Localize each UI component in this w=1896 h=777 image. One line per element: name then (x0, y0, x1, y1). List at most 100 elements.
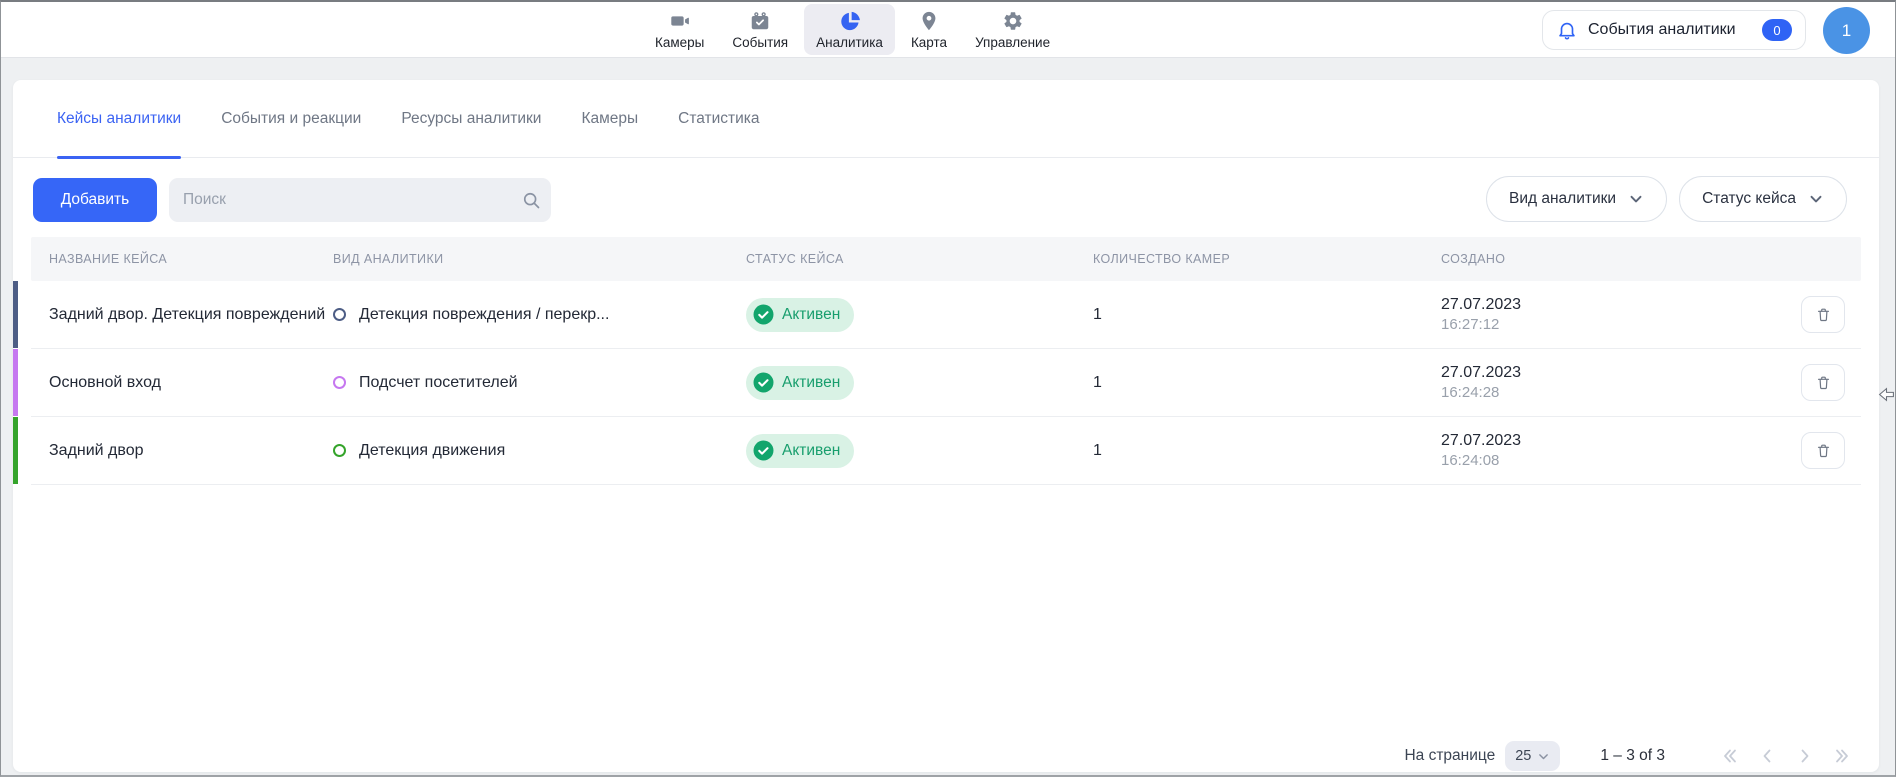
pie-chart-icon (838, 9, 862, 33)
chevron-right-icon (1795, 746, 1815, 766)
per-page-select[interactable]: 25 (1505, 741, 1560, 771)
row-actions (1791, 296, 1861, 333)
case-name: Основной вход (49, 374, 333, 392)
tab-3[interactable]: Ресурсы аналитики (401, 80, 541, 157)
main-nav: Камеры События Аналитика Карта Управление (643, 2, 1062, 57)
check-circle-icon (753, 440, 774, 461)
created-cell: 27.07.202316:24:28 (1441, 362, 1791, 403)
row-actions (1791, 364, 1861, 401)
row-accent-bar (13, 281, 18, 348)
analytics-type-label: Детекция движения (359, 442, 505, 460)
case-name: Задний двор (49, 442, 333, 460)
bell-icon (1556, 19, 1578, 41)
prev-page-button[interactable] (1755, 744, 1779, 768)
per-page-value: 25 (1515, 748, 1531, 764)
nav-item-управление[interactable]: Управление (963, 4, 1062, 55)
last-page-icon (1833, 746, 1853, 766)
column-header: Название кейса (49, 252, 333, 266)
row-actions (1791, 432, 1861, 469)
toolbar: Добавить Вид аналитики Статус кейса (13, 178, 1879, 222)
table-row[interactable]: Основной вход Подсчет посетителей Активен 1… (31, 349, 1861, 417)
created-cell: 27.07.202316:24:08 (1441, 430, 1791, 471)
nav-item-label: Аналитика (816, 36, 883, 50)
nav-item-события[interactable]: События (720, 4, 800, 55)
status-label: Активен (782, 306, 840, 324)
column-header: Вид аналитики (333, 252, 746, 266)
check-circle-icon (753, 372, 774, 393)
cases-table: Название кейсаВид аналитикиСтатус кейсаК… (31, 237, 1861, 485)
filter-dropdown-2[interactable]: Статус кейса (1679, 176, 1847, 222)
case-name: Задний двор. Детекция повреждений (49, 306, 333, 324)
analytics-type: Детекция повреждения / перекр... (333, 306, 746, 324)
nav-item-камеры[interactable]: Камеры (643, 4, 716, 55)
delete-button[interactable] (1801, 432, 1845, 469)
table-body: Задний двор. Детекция повреждений Детекци… (31, 281, 1861, 485)
nav-item-аналитика[interactable]: Аналитика (804, 4, 895, 55)
status-label: Активен (782, 442, 840, 460)
check-circle-icon (753, 304, 774, 325)
tab-1[interactable]: Кейсы аналитики (57, 80, 181, 157)
filter-label: Вид аналитики (1509, 190, 1616, 208)
chevron-down-icon (1628, 191, 1644, 207)
analytics-events-label: События аналитики (1588, 21, 1736, 39)
analytics-events-button[interactable]: События аналитики 0 (1542, 10, 1806, 50)
status-badge: Активен (746, 366, 854, 400)
filter-group: Вид аналитики Статус кейса (1486, 176, 1847, 222)
camera-count: 1 (1093, 442, 1441, 460)
nav-item-карта[interactable]: Карта (899, 4, 959, 55)
next-page-button[interactable] (1793, 744, 1817, 768)
nav-item-label: Камеры (655, 36, 704, 50)
analytics-type-label: Детекция повреждения / перекр... (359, 306, 609, 324)
delete-button[interactable] (1801, 364, 1845, 401)
status-label: Активен (782, 374, 840, 392)
search-input[interactable] (169, 178, 511, 222)
created-cell: 27.07.202316:27:12 (1441, 294, 1791, 335)
analytics-type: Подсчет посетителей (333, 374, 746, 392)
analytics-type-icon (333, 376, 346, 389)
created-time: 16:24:28 (1441, 383, 1791, 403)
trash-icon (1815, 374, 1832, 391)
tab-4[interactable]: Камеры (581, 80, 638, 157)
status-badge: Активен (746, 434, 854, 468)
filter-dropdown-1[interactable]: Вид аналитики (1486, 176, 1667, 222)
filter-label: Статус кейса (1702, 190, 1796, 208)
last-page-button[interactable] (1831, 744, 1855, 768)
search-icon (511, 190, 551, 210)
created-time: 16:24:08 (1441, 451, 1791, 471)
table-row[interactable]: Задний двор. Детекция повреждений Детекци… (31, 281, 1861, 349)
table-row[interactable]: Задний двор Детекция движения Активен 127.0… (31, 417, 1861, 485)
camera-count: 1 (1093, 306, 1441, 324)
search-field (169, 178, 551, 222)
delete-button[interactable] (1801, 296, 1845, 333)
chevron-down-icon (1808, 191, 1824, 207)
camera-count: 1 (1093, 374, 1441, 392)
first-page-button[interactable] (1717, 744, 1741, 768)
case-status-cell: Активен (746, 366, 1093, 400)
nav-item-label: События (732, 36, 788, 50)
row-accent-bar (13, 417, 18, 484)
nav-item-label: Управление (975, 36, 1050, 50)
trash-icon (1815, 306, 1832, 323)
nav-item-label: Карта (911, 36, 947, 50)
first-page-icon (1719, 746, 1739, 766)
avatar[interactable]: 1 (1823, 7, 1870, 54)
notification-count-badge: 0 (1762, 19, 1792, 41)
mouse-cursor (1878, 386, 1895, 403)
pager (1717, 744, 1855, 768)
tab-5[interactable]: Статистика (678, 80, 759, 157)
add-button[interactable]: Добавить (33, 178, 157, 222)
status-badge: Активен (746, 298, 854, 332)
case-status-cell: Активен (746, 298, 1093, 332)
calendar-icon (748, 9, 772, 33)
app-window: Камеры События Аналитика Карта Управление Со… (0, 0, 1896, 777)
tab-2[interactable]: События и реакции (221, 80, 361, 157)
created-time: 16:27:12 (1441, 315, 1791, 335)
analytics-type-icon (333, 444, 346, 457)
gear-icon (1001, 9, 1025, 33)
chevron-left-icon (1757, 746, 1777, 766)
trash-icon (1815, 442, 1832, 459)
analytics-type-label: Подсчет посетителей (359, 374, 518, 392)
column-header: Статус кейса (746, 252, 1093, 266)
content-panel: Кейсы аналитики События и реакции Ресурсы … (13, 80, 1879, 772)
tab-bar: Кейсы аналитики События и реакции Ресурсы … (13, 80, 1879, 158)
